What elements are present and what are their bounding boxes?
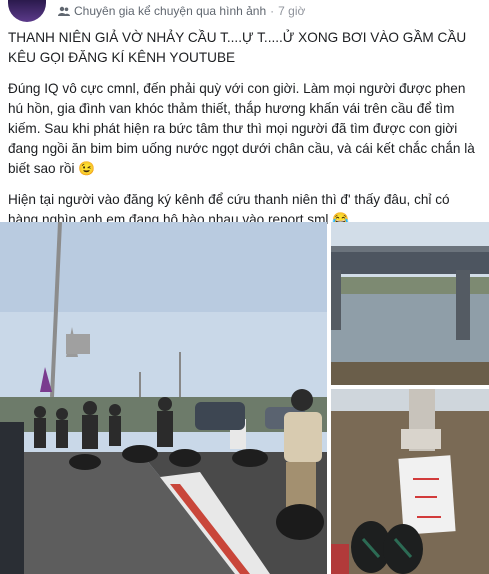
avatar[interactable] [8,0,46,22]
post-paragraph-1: Đúng IQ vô cực cmnl, đến phải quỳ với co… [8,81,475,176]
group-name-link[interactable]: Chuyên gia kể chuyện qua hình ảnh [74,4,266,18]
photo-letter-slippers[interactable] [331,389,489,574]
post-timestamp[interactable]: 7 giờ [278,4,305,18]
photo-bridge-river[interactable] [331,222,489,385]
post-header: Chuyên gia kể chuyện qua hình ảnh · 7 gi… [8,0,305,22]
separator-dot: · [270,4,275,18]
photo-bridge-crowd[interactable] [0,222,327,574]
feed-post: Chuyên gia kể chuyện qua hình ảnh · 7 gi… [0,0,489,574]
group-icon [58,6,70,16]
post-text: THANH NIÊN GIẢ VỜ NHẢY CẦU T....Ự T.....… [8,28,480,241]
post-headline: THANH NIÊN GIẢ VỜ NHẢY CẦU T....Ự T.....… [8,30,467,65]
photo-grid [0,222,489,574]
